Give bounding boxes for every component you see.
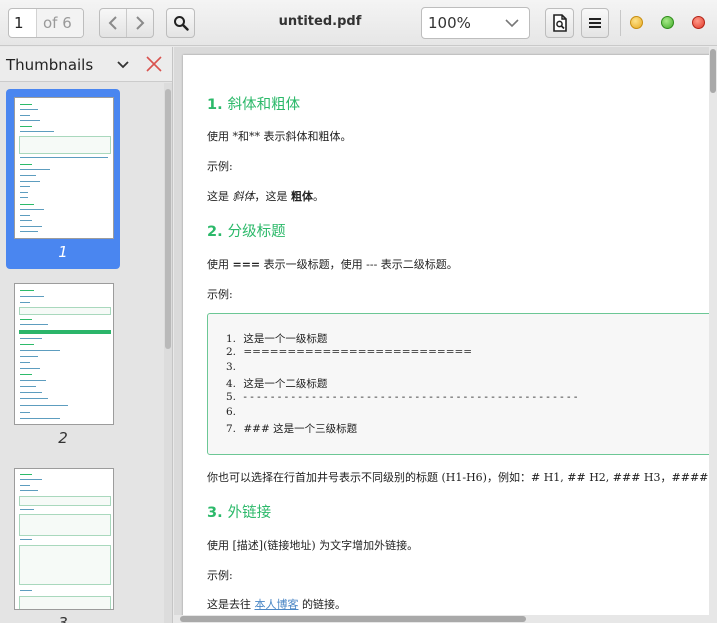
document-properties-button[interactable] <box>545 8 574 38</box>
thumbnail-image <box>14 97 114 239</box>
thumbnail-image <box>14 283 114 425</box>
sidebar-mode-chevron-down-icon[interactable] <box>116 57 130 71</box>
paragraph: 这是去往 本人博客 的链接。 <box>207 598 346 611</box>
chevron-left-icon <box>108 16 117 30</box>
toolbar: 1 of 6 untited.pdf 100% <box>0 0 717 46</box>
section-heading-3: 3. 外链接 <box>207 505 272 521</box>
horizontal-scrollbar[interactable] <box>174 615 717 623</box>
close-sidebar-icon[interactable] <box>145 55 163 73</box>
paragraph: 使用 *和** 表示斜体和粗体。 <box>207 130 352 143</box>
example-label: 示例: <box>207 288 233 301</box>
code-line: 7. ### 这是一个三级标题 <box>226 423 358 435</box>
search-button[interactable] <box>166 8 195 38</box>
thumbnails-sidebar: Thumbnails 1 2 3 <box>0 47 173 623</box>
zoom-value: 100% <box>428 14 471 32</box>
section-heading-1: 1. 斜体和粗体 <box>207 97 301 113</box>
page-number-input[interactable]: 1 <box>9 9 37 37</box>
page-nav-group <box>99 8 154 38</box>
code-line: 1. 这是一个一级标题 <box>226 333 328 345</box>
hamburger-menu-icon <box>589 18 601 28</box>
document-search-icon <box>552 14 567 32</box>
next-page-button[interactable] <box>126 9 153 37</box>
search-icon <box>173 16 189 31</box>
code-block: 1. 这是一个一级标题 2. =========================… <box>207 313 717 455</box>
thumbnail-image <box>14 468 114 610</box>
vertical-scrollbar[interactable] <box>709 47 717 615</box>
chevron-down-icon <box>505 18 519 27</box>
page-number-field[interactable]: 1 of 6 <box>8 8 84 38</box>
code-line: 5. - - - - - - - - - - - - - - - - - - -… <box>226 391 578 403</box>
thumbnail-label: 3 <box>58 614 68 623</box>
page-total-label: of 6 <box>37 9 83 37</box>
paragraph: 你也可以选择在行首加井号表示不同级别的标题 (H1-H6)，例如：# H1, #… <box>207 471 709 484</box>
toolbar-separator <box>620 10 621 36</box>
sidebar-scrollbar[interactable] <box>164 83 172 623</box>
maximize-window-button[interactable] <box>661 16 674 29</box>
example-label: 示例: <box>207 160 233 173</box>
sidebar-title: Thumbnails <box>6 56 94 74</box>
document-viewer[interactable]: 1. 斜体和粗体 使用 *和** 表示斜体和粗体。 示例: 这是 斜体，这是 粗… <box>174 47 717 623</box>
sidebar-scrollbar-thumb[interactable] <box>165 89 171 349</box>
paragraph: 使用 [描述](链接地址) 为文字增加外链接。 <box>207 539 419 552</box>
code-line: 4. 这是一个二级标题 <box>226 378 328 390</box>
thumbnail-page-3[interactable]: 3 <box>6 460 120 623</box>
example-label: 示例: <box>207 569 233 582</box>
menu-button[interactable] <box>581 8 609 38</box>
previous-page-button[interactable] <box>100 9 126 37</box>
code-line: 6. <box>226 406 237 418</box>
paragraph: 这是 斜体，这是 粗体。 <box>207 190 324 203</box>
document-title: untited.pdf <box>278 14 362 29</box>
thumbnail-page-2[interactable]: 2 <box>6 275 120 451</box>
vertical-scrollbar-thumb[interactable] <box>710 49 716 93</box>
sidebar-header: Thumbnails <box>0 47 172 82</box>
chevron-right-icon <box>136 16 145 30</box>
thumbnail-page-1[interactable]: 1 <box>6 89 120 269</box>
code-line: 3. <box>226 361 237 373</box>
section-heading-2: 2. 分级标题 <box>207 224 286 240</box>
blog-link[interactable]: 本人博客 <box>255 598 299 611</box>
paragraph: 使用 === 表示一级标题，使用 --- 表示二级标题。 <box>207 258 458 271</box>
close-window-button[interactable] <box>692 16 705 29</box>
thumbnail-label: 1 <box>58 243 68 261</box>
thumbnail-label: 2 <box>58 429 68 447</box>
zoom-select[interactable]: 100% <box>421 7 530 39</box>
minimize-window-button[interactable] <box>630 16 643 29</box>
code-line: 2. ========================== <box>226 346 473 358</box>
horizontal-scrollbar-thumb[interactable] <box>180 616 526 622</box>
pdf-page: 1. 斜体和粗体 使用 *和** 表示斜体和粗体。 示例: 这是 斜体，这是 粗… <box>183 55 717 623</box>
